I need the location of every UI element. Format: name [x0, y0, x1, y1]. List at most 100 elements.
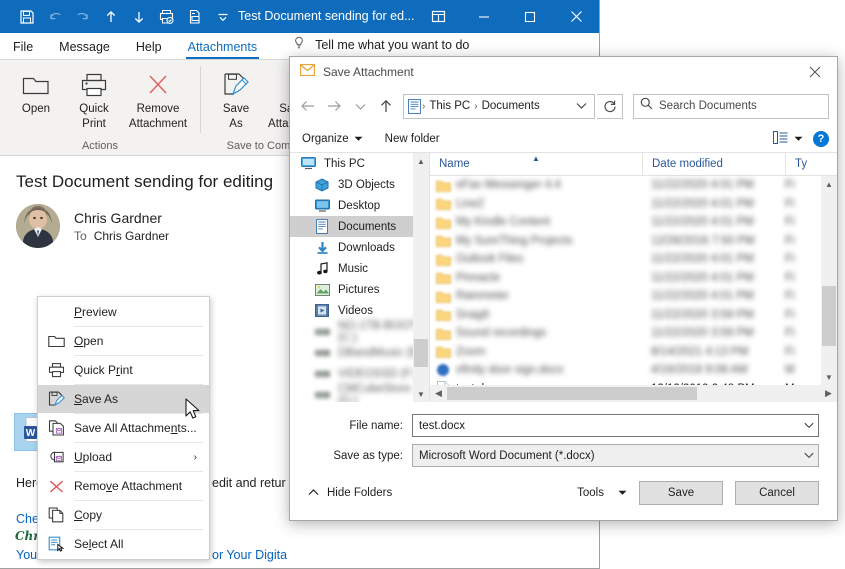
ribbon-button-quick-print[interactable]: Quick Print	[65, 64, 123, 131]
context-menu-item[interactable]: Copy	[38, 501, 209, 529]
savetype-select[interactable]: Microsoft Word Document (*.docx)	[412, 444, 819, 467]
scroll-left-arrow-icon[interactable]: ◀	[430, 388, 447, 399]
print-icon[interactable]	[182, 4, 208, 30]
tools-button[interactable]: Tools	[577, 487, 627, 499]
file-list-row[interactable]: Outlook Files 11/22/2020 4:01 PM Fi	[430, 250, 837, 269]
nav-pane-item[interactable]: Documents	[290, 216, 429, 237]
previous-item-icon[interactable]	[98, 4, 124, 30]
nav-pane-item[interactable]: Desktop	[290, 195, 429, 216]
hscroll-thumb[interactable]	[447, 387, 697, 400]
address-bar[interactable]: › This PC › Documents	[403, 93, 595, 119]
scroll-up-arrow-icon[interactable]: ▲	[821, 176, 837, 192]
recent-locations-chevron-icon[interactable]	[348, 93, 372, 119]
column-header-date-modified[interactable]: Date modified	[642, 153, 785, 176]
close-icon[interactable]	[792, 57, 837, 87]
context-menu-item[interactable]: Open	[38, 327, 209, 355]
scroll-down-arrow-icon[interactable]: ▼	[821, 369, 837, 385]
maximize-icon[interactable]	[507, 0, 553, 33]
tell-me-label: Tell me what you want to do	[315, 38, 470, 52]
ribbon-display-options-icon[interactable]	[415, 0, 461, 33]
breadcrumb-this-pc[interactable]: This PC	[426, 100, 473, 112]
tab-attachments[interactable]: Attachments	[175, 40, 270, 59]
back-icon[interactable]	[296, 93, 320, 119]
refresh-icon[interactable]	[597, 93, 623, 119]
address-chevron-down-icon[interactable]	[576, 97, 590, 115]
file-list-row[interactable]: SnagIt 11/22/2020 3:59 PM Fi	[430, 306, 837, 325]
file-list-vscrollbar[interactable]: ▲ ▼	[821, 176, 837, 385]
nav-pane-scrollbar[interactable]: ▲ ▼	[413, 153, 429, 402]
nav-pane-item[interactable]: Videos	[290, 300, 429, 321]
file-scroll-thumb[interactable]	[822, 286, 836, 346]
context-menu-item[interactable]: Upload ›	[38, 443, 209, 471]
context-menu-item[interactable]: Quick Print	[38, 356, 209, 384]
file-list-row[interactable]: Pinnacle 11/22/2020 4:01 PM Fi	[430, 269, 837, 288]
forward-icon[interactable]	[322, 93, 346, 119]
scroll-down-arrow-icon[interactable]: ▼	[413, 386, 429, 402]
nav-scroll-thumb[interactable]	[414, 339, 428, 367]
file-list-row[interactable]: Rainmeter 11/22/2020 4:01 PM Fi	[430, 287, 837, 306]
nav-pane-item[interactable]: Downloads	[290, 237, 429, 258]
print-preview-icon[interactable]	[154, 4, 180, 30]
folder-icon	[430, 216, 456, 229]
scroll-right-arrow-icon[interactable]: ▶	[820, 388, 837, 399]
view-options-button[interactable]	[773, 130, 803, 147]
context-menu-item[interactable]: Remove Attachment	[38, 472, 209, 500]
ribbon-button-save-as[interactable]: Save As	[207, 64, 265, 131]
organize-button[interactable]: Organize	[302, 133, 363, 145]
search-icon	[640, 97, 653, 115]
nav-pane-item-label: Downloads	[338, 241, 395, 254]
file-list-row[interactable]: Sound recordings 11/22/2020 3:59 PM Fi	[430, 324, 837, 343]
downloads-icon	[314, 241, 330, 255]
save-icon[interactable]	[14, 4, 40, 30]
attachment-context-menu: Preview Open Quick Print Save As Save All At…	[37, 296, 210, 560]
next-item-icon[interactable]	[126, 4, 152, 30]
file-list-row[interactable]: Zoom 8/14/2021 4:13 PM Fi	[430, 343, 837, 362]
file-list-row[interactable]: xfinity door sign.docx 4/16/2018 9:08 AM M	[430, 361, 837, 380]
nav-pane-item[interactable]: NO-1TB-BOOT (C:)	[290, 320, 429, 344]
nav-pane-item[interactable]: 3D Objects	[290, 174, 429, 195]
folder-icon	[430, 271, 456, 285]
help-button[interactable]: ?	[813, 130, 829, 147]
breadcrumb-documents[interactable]: Documents	[479, 100, 543, 112]
file-list-row[interactable]: eFax Messenger 4.4 11/22/2020 4:01 PM Fi	[430, 176, 837, 195]
redo-icon[interactable]	[70, 4, 96, 30]
pc-icon	[300, 157, 316, 170]
nav-pane-item[interactable]: Pictures	[290, 279, 429, 300]
scroll-up-arrow-icon[interactable]: ▲	[413, 153, 429, 169]
nav-pane-item[interactable]: Music	[290, 258, 429, 279]
up-one-level-icon[interactable]	[374, 93, 398, 119]
minimize-icon[interactable]	[461, 0, 507, 33]
pictures-icon	[314, 283, 330, 296]
new-folder-button[interactable]: New folder	[385, 133, 440, 145]
nav-pane-item[interactable]: CMCubeStore (G:)	[290, 383, 429, 402]
file-list-row[interactable]: My SureThing Projects 12/26/2016 7:50 PM F…	[430, 232, 837, 251]
context-menu-item[interactable]: Preview	[38, 298, 209, 326]
file-list-row[interactable]: Line2 11/22/2020 4:01 PM Fi	[430, 195, 837, 214]
file-name: Sound recordings	[456, 327, 547, 340]
search-input[interactable]: Search Documents	[633, 93, 829, 119]
ribbon-button-open[interactable]: Open	[7, 64, 65, 116]
customize-qat-icon[interactable]	[210, 4, 236, 30]
column-header-name[interactable]: ▲ Name	[430, 153, 642, 176]
nav-pane-item[interactable]: VIDEOSSD (F:)	[290, 363, 429, 384]
file-list-row[interactable]: My Kindle Content 11/22/2020 4:01 PM Fi	[430, 213, 837, 232]
tab-help[interactable]: Help	[123, 40, 175, 59]
hide-folders-button[interactable]: Hide Folders	[308, 487, 392, 499]
tab-message[interactable]: Message	[46, 40, 123, 59]
nav-pane-item[interactable]: This PC	[290, 153, 429, 174]
ribbon-button-remove-attachment[interactable]: Remove Attachment	[123, 64, 193, 131]
context-menu-item[interactable]: Save As	[38, 385, 209, 413]
chevron-down-icon[interactable]	[804, 451, 814, 461]
cancel-button[interactable]: Cancel	[735, 481, 819, 505]
chevron-down-icon[interactable]	[804, 421, 814, 431]
filename-input[interactable]: test.docx	[412, 414, 819, 437]
tab-file[interactable]: File	[0, 40, 46, 59]
nav-pane-item[interactable]: DBandMusic (E:)	[290, 342, 429, 363]
undo-icon[interactable]	[42, 4, 68, 30]
file-list-hscrollbar[interactable]: ◀ ▶	[430, 385, 837, 402]
column-header-type[interactable]: Ty	[785, 153, 815, 176]
save-button[interactable]: Save	[639, 481, 723, 505]
context-menu-item[interactable]: Select All	[38, 530, 209, 558]
close-icon[interactable]	[553, 0, 599, 33]
context-menu-item[interactable]: Save All Attachments...	[38, 414, 209, 442]
